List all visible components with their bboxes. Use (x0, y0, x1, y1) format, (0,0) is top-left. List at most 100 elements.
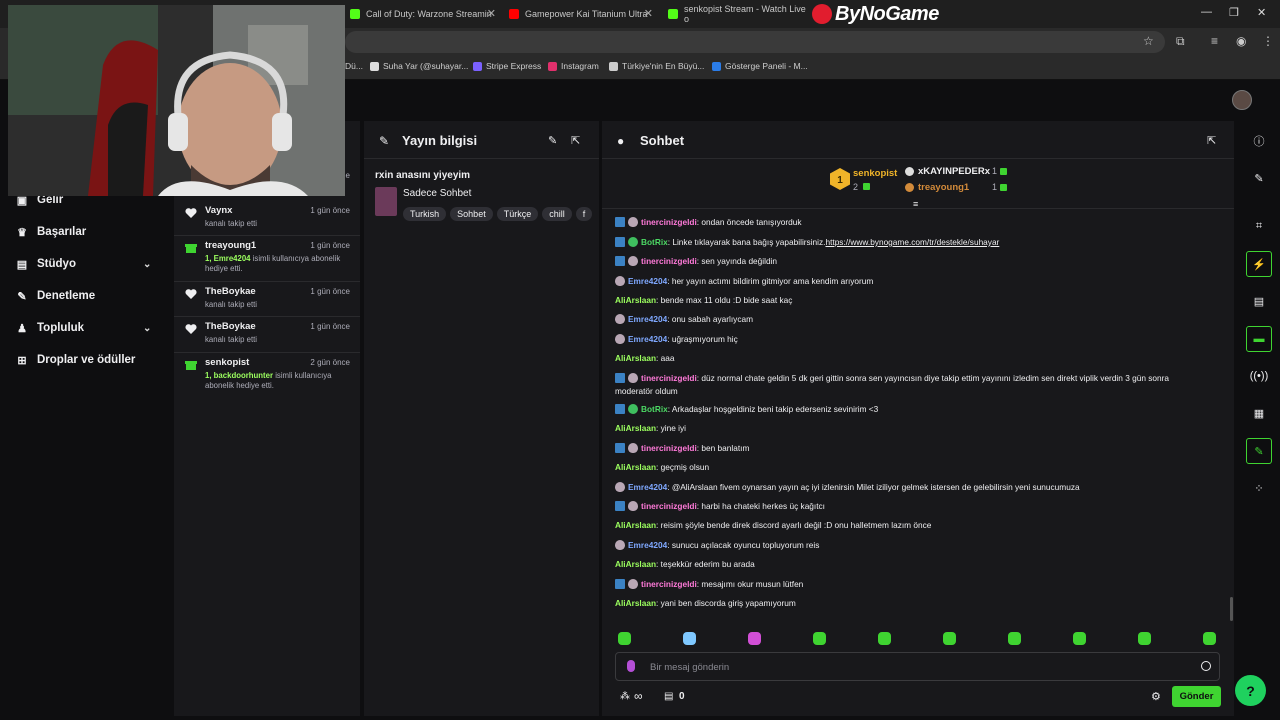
chat-username[interactable]: BotRix (641, 404, 668, 414)
chat-username[interactable]: AliArslaan (615, 353, 656, 363)
popout-icon[interactable]: ⇱ (1207, 134, 1216, 147)
clipboard-icon[interactable]: ▤ (1246, 288, 1272, 314)
feed-user[interactable]: TheBoykae (205, 286, 256, 297)
tag-chip[interactable]: Sohbet (450, 207, 493, 221)
tag-chip[interactable]: Turkish (403, 207, 447, 221)
edit-icon[interactable]: ✎ (548, 134, 557, 147)
feed-user[interactable]: senkopist (205, 357, 249, 368)
chat-username[interactable]: tinercinizgeldi (641, 256, 697, 266)
leaderboard-user[interactable]: senkopist (853, 168, 897, 179)
support-chat-button[interactable]: ? (1235, 675, 1266, 706)
chat-username[interactable]: AliArslaan (615, 423, 656, 433)
browser-tab-3[interactable]: senkopist Stream - Watch Live o (668, 2, 810, 26)
chat-username[interactable]: Emre4204 (628, 482, 667, 492)
bookmark-star-icon[interactable]: ☆ (1143, 34, 1154, 48)
emote-icon[interactable] (943, 632, 956, 645)
moderator-badge-icon (615, 236, 625, 247)
nav-item-denetleme[interactable]: ✎ Denetleme (16, 290, 95, 303)
share-icon[interactable]: ⁘ (1246, 475, 1272, 501)
nav-item-topluluk[interactable]: ♟ Topluluk ⌄ (16, 322, 151, 335)
menu-icon[interactable]: ⋮ (1262, 34, 1274, 48)
popout-icon[interactable]: ⇱ (571, 134, 580, 147)
nav-item-basarilar[interactable]: ♛ Başarılar (16, 226, 86, 239)
bookmark-item[interactable]: Türkiye'nin En Büyü... (609, 61, 704, 71)
category-thumbnail[interactable] (375, 187, 397, 216)
chat-username[interactable]: AliArslaan (615, 295, 656, 305)
chat-username[interactable]: AliArslaan (615, 559, 656, 569)
emote-icon[interactable] (813, 632, 826, 645)
leaderboard-user[interactable]: treayoung1 (918, 182, 969, 193)
chat-username[interactable]: Emre4204 (628, 276, 667, 286)
emoji-picker-icon[interactable] (1201, 661, 1211, 671)
close-window-icon[interactable]: ✕ (1257, 6, 1266, 19)
chat-username[interactable]: AliArslaan (615, 598, 656, 608)
channel-points-icon[interactable]: ⁂ (620, 691, 630, 702)
extensions-icon[interactable]: ⧉ (1176, 34, 1185, 49)
maximize-icon[interactable]: ❐ (1229, 6, 1239, 19)
info-icon[interactable]: ⓘ (1246, 128, 1272, 154)
chat-icon[interactable]: ▬ (1246, 326, 1272, 352)
chat-username[interactable]: AliArslaan (615, 520, 656, 530)
drops-icon[interactable]: ▤ (664, 691, 673, 702)
send-button[interactable]: Gönder (1172, 686, 1221, 707)
chat-username[interactable]: Emre4204 (628, 334, 667, 344)
bookmark-item[interactable]: Suha Yar (@suhayar... (370, 61, 468, 71)
mic-icon[interactable] (627, 660, 635, 672)
chat-message-link[interactable]: https://www.bynogame.com/tr/destekle/suh… (825, 237, 999, 247)
chat-username[interactable]: tinercinizgeldi (641, 217, 697, 227)
chat-username[interactable]: tinercinizgeldi (641, 373, 697, 383)
bookmark-item[interactable]: Dü... (345, 61, 363, 71)
nav-item-droplar[interactable]: ⊞ Droplar ve ödüller (16, 354, 135, 367)
leaderboard-user[interactable]: xKAYINPEDERx (918, 166, 990, 177)
close-tab-icon[interactable]: ✕ (644, 7, 653, 20)
media-icon[interactable]: ≡ (1211, 34, 1218, 48)
feed-user[interactable]: treayoung1 (205, 240, 256, 251)
user-avatar[interactable] (1232, 90, 1252, 110)
chat-username[interactable]: tinercinizgeldi (641, 579, 697, 589)
browser-tab-2[interactable]: Gamepower Kai Titanium Ultra ✕ (509, 2, 653, 26)
browser-tab-1[interactable]: Call of Duty: Warzone Streamin ✕ (350, 2, 496, 26)
emote-icon[interactable] (618, 632, 631, 645)
emote-icon[interactable] (1008, 632, 1021, 645)
emote-icon[interactable] (1138, 632, 1151, 645)
minimize-icon[interactable]: — (1201, 6, 1212, 18)
stream-category[interactable]: Sadece Sohbet (403, 188, 471, 199)
chat-username[interactable]: Emre4204 (628, 314, 667, 324)
chat-input[interactable]: Bir mesaj gönderin (615, 652, 1220, 681)
emote-icon[interactable] (748, 632, 761, 645)
chat-username[interactable]: BotRix (641, 237, 668, 247)
edit-icon[interactable]: ✎ (1246, 165, 1272, 191)
chat-username[interactable]: AliArslaan (615, 462, 656, 472)
chat-message-text: : geçmiş olsun (656, 462, 710, 473)
tag-chip[interactable]: chill (542, 207, 572, 221)
bookmark-item[interactable]: Stripe Express (473, 61, 541, 71)
emote-icon[interactable] (1073, 632, 1086, 645)
broadcast-icon[interactable]: ((•)) (1246, 363, 1272, 389)
flash-icon[interactable]: ⚡ (1246, 251, 1272, 277)
feed-user[interactable]: Vaynx (205, 205, 232, 216)
chat-scrollbar[interactable] (1230, 597, 1233, 621)
chevron-down-icon[interactable]: ⌄ (143, 259, 151, 270)
printer-icon[interactable]: ▦ (1246, 400, 1272, 426)
profile-icon[interactable]: ◉ (1236, 34, 1246, 48)
emote-icon[interactable] (683, 632, 696, 645)
omnibox[interactable] (345, 31, 1165, 53)
scan-icon[interactable]: ⌗ (1246, 213, 1272, 239)
chat-username[interactable]: Emre4204 (628, 540, 667, 550)
tab-title: Gamepower Kai Titanium Ultra (525, 9, 648, 19)
wrench-icon[interactable]: ✎ (1246, 438, 1272, 464)
tag-chip[interactable]: f (575, 207, 593, 221)
bookmark-item[interactable]: Gösterge Paneli - M... (712, 61, 808, 71)
chat-username[interactable]: tinercinizgeldi (641, 501, 697, 511)
chat-username[interactable]: tinercinizgeldi (641, 443, 697, 453)
bookmark-item[interactable]: Instagram (548, 61, 599, 71)
chat-settings-icon[interactable]: ⚙ (1151, 690, 1161, 703)
tag-chip[interactable]: Türkçe (496, 207, 539, 221)
feed-user[interactable]: TheBoykae (205, 321, 256, 332)
close-tab-icon[interactable]: ✕ (487, 7, 496, 20)
emote-icon[interactable] (878, 632, 891, 645)
emote-icon[interactable] (1203, 632, 1216, 645)
expand-leaderboard-icon[interactable]: ≡ (913, 199, 918, 209)
chevron-down-icon[interactable]: ⌄ (143, 323, 151, 334)
nav-item-studyo[interactable]: ▤ Stüdyo ⌄ (16, 258, 152, 271)
